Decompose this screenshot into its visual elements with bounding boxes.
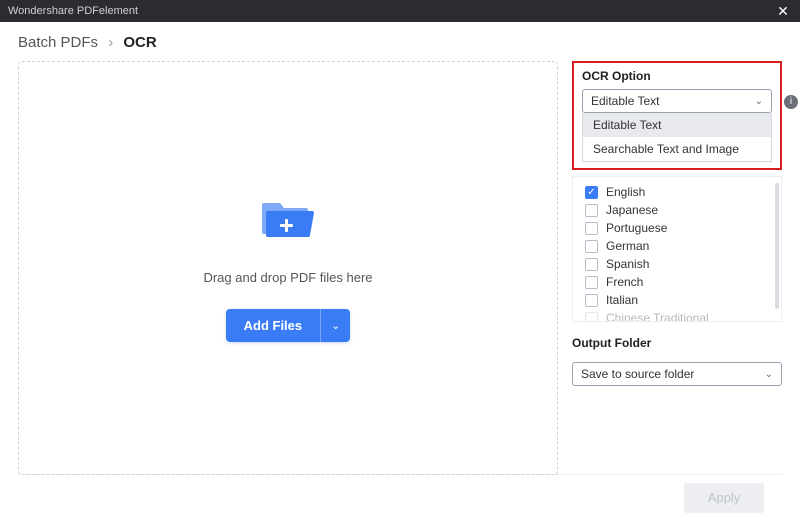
output-folder-label: Output Folder: [572, 336, 782, 350]
close-icon[interactable]: ✕: [774, 3, 792, 20]
checkbox-icon[interactable]: [585, 222, 598, 235]
lang-row-portuguese[interactable]: Portuguese: [573, 219, 781, 237]
chevron-down-icon: ⌄: [765, 369, 773, 380]
ocr-option-value: Editable Text: [591, 94, 660, 108]
dropzone[interactable]: Drag and drop PDF files here Add Files ⌄: [18, 61, 558, 475]
lang-label: English: [606, 185, 645, 199]
dropdown-item-editable[interactable]: Editable Text: [583, 113, 771, 137]
lang-label: German: [606, 239, 649, 253]
checkbox-checked-icon[interactable]: ✓: [585, 186, 598, 199]
lang-row-french[interactable]: French: [573, 273, 781, 291]
window-title: Wondershare PDFelement: [8, 5, 138, 17]
breadcrumb-root[interactable]: Batch PDFs: [18, 34, 98, 51]
lang-row-japanese[interactable]: Japanese: [573, 201, 781, 219]
breadcrumb: Batch PDFs › OCR: [18, 34, 782, 51]
chevron-down-icon: ⌄: [755, 96, 763, 107]
checkbox-icon[interactable]: [585, 312, 598, 323]
folder-plus-icon: [258, 195, 318, 246]
ocr-option-select[interactable]: Editable Text ⌄: [582, 89, 772, 113]
chevron-down-icon: ⌄: [331, 320, 340, 332]
ocr-option-label: OCR Option: [582, 69, 772, 83]
checkbox-icon[interactable]: [585, 258, 598, 271]
add-files-caret-button[interactable]: ⌄: [320, 309, 350, 342]
add-files-button[interactable]: Add Files: [226, 309, 321, 342]
breadcrumb-sep: ›: [102, 34, 119, 51]
lang-row-chinese[interactable]: Chinese Traditional: [573, 309, 781, 322]
lang-label: Portuguese: [606, 221, 667, 235]
lang-label: Italian: [606, 293, 638, 307]
checkbox-icon[interactable]: [585, 294, 598, 307]
footer: Apply: [18, 474, 782, 520]
lang-label: Chinese Traditional: [606, 311, 709, 322]
scrollbar[interactable]: [775, 183, 779, 309]
lang-row-german[interactable]: German: [573, 237, 781, 255]
ocr-option-section: OCR Option Editable Text ⌄ Editable Text…: [572, 61, 782, 170]
language-list[interactable]: ✓ English Japanese Portuguese German: [572, 176, 782, 322]
breadcrumb-current: OCR: [123, 34, 156, 51]
checkbox-icon[interactable]: [585, 204, 598, 217]
output-folder-select[interactable]: Save to source folder ⌄: [572, 362, 782, 386]
checkbox-icon[interactable]: [585, 240, 598, 253]
dropzone-text: Drag and drop PDF files here: [203, 270, 372, 285]
lang-row-spanish[interactable]: Spanish: [573, 255, 781, 273]
dropdown-item-searchable[interactable]: Searchable Text and Image: [583, 137, 771, 161]
checkbox-icon[interactable]: [585, 276, 598, 289]
lang-label: Japanese: [606, 203, 658, 217]
apply-button[interactable]: Apply: [684, 483, 764, 513]
lang-row-italian[interactable]: Italian: [573, 291, 781, 309]
lang-label: French: [606, 275, 643, 289]
lang-row-english[interactable]: ✓ English: [573, 183, 781, 201]
info-icon[interactable]: i: [784, 95, 798, 109]
output-folder-value: Save to source folder: [581, 367, 694, 381]
lang-label: Spanish: [606, 257, 649, 271]
ocr-option-dropdown: Editable Text Searchable Text and Image: [582, 113, 772, 162]
titlebar: Wondershare PDFelement ✕: [0, 0, 800, 22]
